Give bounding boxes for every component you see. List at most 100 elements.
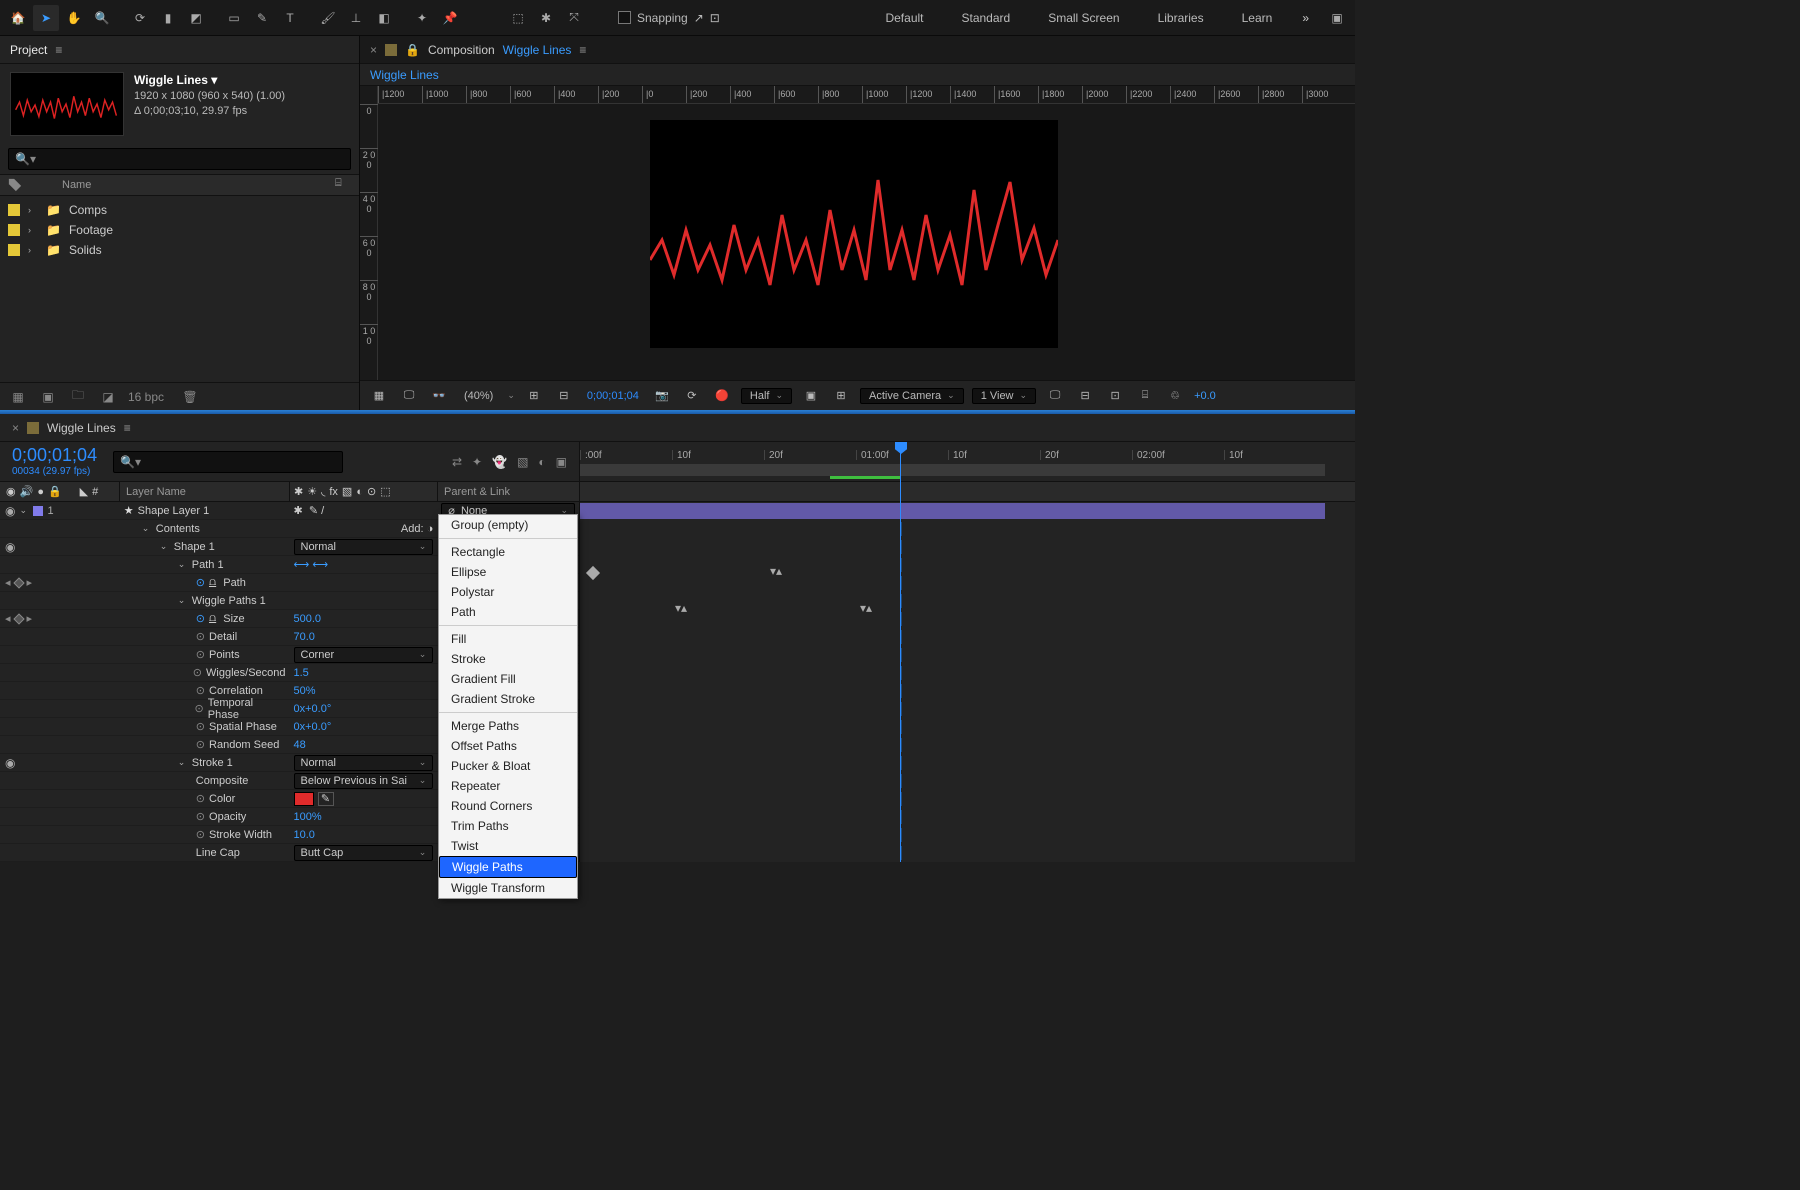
current-timecode[interactable]: 0;00;01;04 [12, 446, 97, 464]
brush-tool-icon[interactable]: 🖌 [315, 5, 341, 31]
close-tab-icon[interactable]: × [12, 421, 19, 435]
mesh-icon[interactable]: ⬚ [505, 5, 531, 31]
pan-behind-tool-icon[interactable]: ◩ [183, 5, 209, 31]
timeline-panel-menu-icon[interactable]: ≡ [124, 421, 131, 435]
orbit-tool-icon[interactable]: ⟳ [127, 5, 153, 31]
menu-item[interactable]: Wiggle Transform [439, 878, 577, 898]
composition-viewport[interactable] [378, 104, 1355, 380]
points-dropdown[interactable]: Corner⌄ [294, 647, 434, 663]
grid-icon[interactable]: ⊞ [830, 385, 852, 407]
comp-name[interactable]: Wiggle Lines ▾ [134, 72, 285, 89]
clone-tool-icon[interactable]: ⊥ [343, 5, 369, 31]
comp-thumbnail[interactable] [10, 72, 124, 136]
parent-col[interactable]: Parent & Link [438, 482, 580, 501]
visibility-toggle[interactable]: ◉ [5, 504, 15, 518]
menu-item[interactable]: Repeater [439, 776, 577, 796]
comp-mini-flowchart-icon[interactable]: ⇄ [452, 455, 462, 469]
folder-footage[interactable]: ›📁Footage [0, 220, 359, 240]
graph-editor-icon[interactable]: ▣ [556, 455, 567, 469]
comp-name-link[interactable]: Wiggle Lines [503, 43, 572, 57]
camera-tool-icon[interactable]: ▮ [155, 5, 181, 31]
menu-item[interactable]: Trim Paths [439, 816, 577, 836]
lock-icon[interactable]: 🔒 [405, 43, 420, 57]
work-area-bar[interactable] [580, 464, 1325, 476]
exposure-value[interactable]: +0.0 [1194, 390, 1216, 402]
hide-shy-icon[interactable]: 👻 [492, 455, 507, 469]
hand-tool-icon[interactable]: ✋ [61, 5, 87, 31]
lock-col-icon[interactable]: 🔒 [48, 485, 62, 498]
workspace-overflow-icon[interactable]: » [1294, 11, 1317, 25]
folder-comps[interactable]: ›📁Comps [0, 200, 359, 220]
new-comp-icon[interactable]: ▣ [38, 387, 58, 407]
viewer-timecode[interactable]: 0;00;01;04 [583, 390, 643, 402]
camera-dropdown[interactable]: Active Camera⌄ [860, 388, 964, 404]
panel-menu-icon[interactable]: ≡ [55, 43, 62, 57]
menu-item[interactable]: Fill [439, 629, 577, 649]
flowchart-icon[interactable]: ⌸ [1134, 385, 1156, 407]
render-icon[interactable]: ♲ [1164, 385, 1186, 407]
workspace-small-screen[interactable]: Small Screen [1032, 7, 1135, 29]
layer-bar[interactable] [580, 503, 1325, 519]
hold-keyframe-icon[interactable]: ▾▴ [675, 601, 687, 615]
menu-item[interactable]: Round Corners [439, 796, 577, 816]
visibility-toggle[interactable]: ◉ [5, 540, 15, 554]
workspace-libraries[interactable]: Libraries [1142, 7, 1220, 29]
blend-dropdown[interactable]: Normal⌄ [294, 755, 434, 771]
color-swatch[interactable] [294, 792, 314, 806]
menu-item[interactable]: Path [439, 602, 577, 622]
column-name[interactable]: Name [62, 179, 91, 191]
bpc-toggle[interactable]: ◪ [98, 387, 118, 407]
timeline-icon[interactable]: ⊡ [1104, 385, 1126, 407]
menu-item[interactable]: Gradient Fill [439, 669, 577, 689]
toggle-transparency-icon[interactable]: 🖵 [398, 385, 420, 407]
audio-col-icon[interactable]: 🔊 [20, 485, 34, 498]
hold-keyframe-icon[interactable]: ▾▴ [770, 564, 782, 578]
linecap-dropdown[interactable]: Butt Cap⌄ [294, 845, 434, 861]
roto-tool-icon[interactable]: ✦ [409, 5, 435, 31]
blend-dropdown[interactable]: Normal⌄ [294, 539, 434, 555]
workspace-reset-icon[interactable]: ▣ [1324, 5, 1350, 31]
menu-item[interactable]: Group (empty) [439, 515, 577, 535]
channels-icon[interactable]: 🔴 [711, 385, 733, 407]
eyedropper-icon[interactable]: ✎ [318, 792, 334, 806]
hold-keyframe-icon[interactable]: ▾▴ [860, 601, 872, 615]
visibility-toggle[interactable]: ◉ [5, 756, 15, 770]
folder-solids[interactable]: ›📁Solids [0, 240, 359, 260]
switch-icon[interactable]: ▧ [342, 485, 352, 498]
resolution-dropdown[interactable]: Half⌄ [741, 388, 792, 404]
close-tab-icon[interactable]: × [370, 43, 377, 57]
keyframe-nav[interactable]: ◂▸ [5, 612, 32, 625]
menu-item[interactable]: Twist [439, 836, 577, 856]
menu-item[interactable]: Rectangle [439, 542, 577, 562]
menu-item[interactable]: Offset Paths [439, 736, 577, 756]
roi-icon[interactable]: ▣ [800, 385, 822, 407]
menu-item[interactable]: Pucker & Bloat [439, 756, 577, 776]
interpret-icon[interactable]: ▦ [8, 387, 28, 407]
switch-icon[interactable]: ⊙ [367, 485, 376, 498]
timeline-tab[interactable]: Wiggle Lines [47, 421, 116, 435]
menu-item[interactable]: Stroke [439, 649, 577, 669]
workspace-standard[interactable]: Standard [946, 7, 1027, 29]
label-col-icon[interactable]: ◣ [80, 485, 88, 498]
selection-tool-icon[interactable]: ➤ [33, 5, 59, 31]
pen-tool-icon[interactable]: ✎ [249, 5, 275, 31]
snap-grid-icon[interactable]: ⊡ [710, 11, 720, 25]
comp-panel-menu-icon[interactable]: ≡ [579, 43, 586, 57]
composite-dropdown[interactable]: Below Previous in Sai⌄ [294, 773, 434, 789]
new-folder-icon[interactable]: 🗀 [68, 387, 88, 407]
eraser-tool-icon[interactable]: ◧ [371, 5, 397, 31]
project-search-input[interactable]: 🔍▾ [8, 148, 351, 170]
switch-icon[interactable]: ◐ [356, 486, 363, 498]
switch-icon[interactable]: ☀ [307, 485, 317, 498]
trash-icon[interactable]: 🗑 [180, 387, 200, 407]
keyframe-nav[interactable]: ◂▸ [5, 576, 32, 589]
rectangle-tool-icon[interactable]: ▭ [221, 5, 247, 31]
tag-icon[interactable] [8, 178, 22, 192]
menu-item[interactable]: Merge Paths [439, 716, 577, 736]
fast-draft-icon[interactable]: ⊟ [1074, 385, 1096, 407]
zoom-dropdown-icon[interactable]: ⌄ [507, 390, 515, 401]
menu-item[interactable]: Polystar [439, 582, 577, 602]
zoom-tool-icon[interactable]: 🔍 [89, 5, 115, 31]
eye-col-icon[interactable]: ◉ [6, 485, 16, 498]
toggle-alpha-icon[interactable]: ▦ [368, 385, 390, 407]
